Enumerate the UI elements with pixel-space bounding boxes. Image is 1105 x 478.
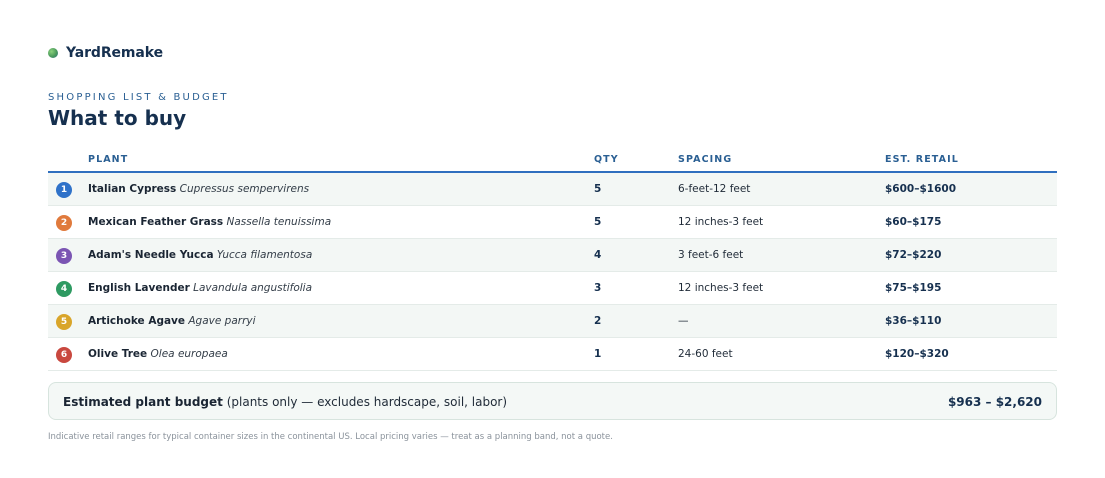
column-header-spacing: SPACING bbox=[678, 154, 733, 165]
qty-cell: 3 bbox=[594, 282, 602, 294]
spacing-cell: 6-feet-12 feet bbox=[678, 183, 751, 195]
budget-label-title: Estimated plant budget bbox=[63, 395, 223, 409]
retail-cell: $72–$220 bbox=[885, 249, 942, 261]
plant-cell: English Lavender Lavandula angustifolia bbox=[88, 282, 312, 294]
qty-cell: 5 bbox=[594, 216, 602, 228]
table-row: 2 Mexican Feather Grass Nassella tenuiss… bbox=[48, 206, 1057, 239]
plant-common-name: Artichoke Agave bbox=[88, 315, 186, 327]
table-row: 1 Italian Cypress Cupressus sempervirens… bbox=[48, 173, 1057, 206]
plant-cell: Olive Tree Olea europaea bbox=[88, 348, 228, 360]
qty-cell: 5 bbox=[594, 183, 602, 195]
plant-common-name: Italian Cypress bbox=[88, 183, 177, 195]
table-row: 5 Artichoke Agave Agave parryi 2 — $36–$… bbox=[48, 305, 1057, 338]
budget-total: $963 – $2,620 bbox=[947, 395, 1042, 409]
plant-scientific-name: Agave parryi bbox=[188, 315, 256, 327]
plant-common-name: English Lavender bbox=[88, 282, 190, 294]
plant-cell: Adam's Needle Yucca Yucca filamentosa bbox=[88, 249, 312, 261]
spacing-cell: — bbox=[678, 315, 689, 327]
retail-cell: $600–$1600 bbox=[885, 183, 957, 195]
plant-scientific-name: Lavandula angustifolia bbox=[193, 282, 313, 294]
shopping-table: PLANT QTY SPACING EST. RETAIL 1 Italian … bbox=[48, 150, 1057, 371]
table-row: 3 Adam's Needle Yucca Yucca filamentosa … bbox=[48, 239, 1057, 272]
plant-scientific-name: Yucca filamentosa bbox=[216, 249, 313, 261]
column-header-qty: QTY bbox=[594, 154, 619, 165]
spacing-cell: 12 inches-3 feet bbox=[678, 282, 764, 294]
qty-cell: 4 bbox=[594, 249, 602, 261]
qty-cell: 2 bbox=[594, 315, 602, 327]
brand-name: YardRemake bbox=[66, 45, 163, 61]
table-row: 6 Olive Tree Olea europaea 1 24-60 feet … bbox=[48, 338, 1057, 371]
budget-summary: Estimated plant budget (plants only — ex… bbox=[48, 382, 1057, 420]
table-header: PLANT QTY SPACING EST. RETAIL bbox=[48, 150, 1057, 173]
plant-scientific-name: Cupressus sempervirens bbox=[179, 183, 310, 195]
brand-logo-dot bbox=[48, 48, 58, 58]
retail-cell: $120–$320 bbox=[885, 348, 949, 360]
plant-scientific-name: Olea europaea bbox=[150, 348, 228, 360]
column-header-retail: EST. RETAIL bbox=[885, 154, 959, 165]
budget-label-note: (plants only — excludes hardscape, soil,… bbox=[226, 395, 508, 409]
spacing-cell: 12 inches-3 feet bbox=[678, 216, 764, 228]
row-number-badge: 4 bbox=[56, 281, 72, 297]
plant-cell: Italian Cypress Cupressus sempervirens bbox=[88, 183, 309, 195]
row-number-badge: 5 bbox=[56, 314, 72, 330]
plant-common-name: Adam's Needle Yucca bbox=[88, 249, 214, 261]
column-header-plant: PLANT bbox=[88, 154, 129, 165]
row-number-badge: 6 bbox=[56, 347, 72, 363]
spacing-cell: 24-60 feet bbox=[678, 348, 733, 360]
row-number-badge: 1 bbox=[56, 182, 72, 198]
budget-label: Estimated plant budget (plants only — ex… bbox=[63, 395, 507, 409]
section-eyebrow: SHOPPING LIST & BUDGET bbox=[48, 92, 229, 103]
spacing-cell: 3 feet-6 feet bbox=[678, 249, 744, 261]
row-number-badge: 3 bbox=[56, 248, 72, 264]
row-number-badge: 2 bbox=[56, 215, 72, 231]
plant-cell: Artichoke Agave Agave parryi bbox=[88, 315, 256, 327]
page-title: What to buy bbox=[48, 106, 187, 130]
retail-cell: $36–$110 bbox=[885, 315, 942, 327]
table-row: 4 English Lavender Lavandula angustifoli… bbox=[48, 272, 1057, 305]
brand: YardRemake bbox=[48, 45, 163, 61]
plant-scientific-name: Nassella tenuissima bbox=[226, 216, 332, 228]
plant-cell: Mexican Feather Grass Nassella tenuissim… bbox=[88, 216, 331, 228]
plant-common-name: Olive Tree bbox=[88, 348, 148, 360]
footnote: Indicative retail ranges for typical con… bbox=[48, 432, 613, 442]
retail-cell: $75–$195 bbox=[885, 282, 942, 294]
qty-cell: 1 bbox=[594, 348, 602, 360]
plant-common-name: Mexican Feather Grass bbox=[88, 216, 224, 228]
retail-cell: $60–$175 bbox=[885, 216, 942, 228]
